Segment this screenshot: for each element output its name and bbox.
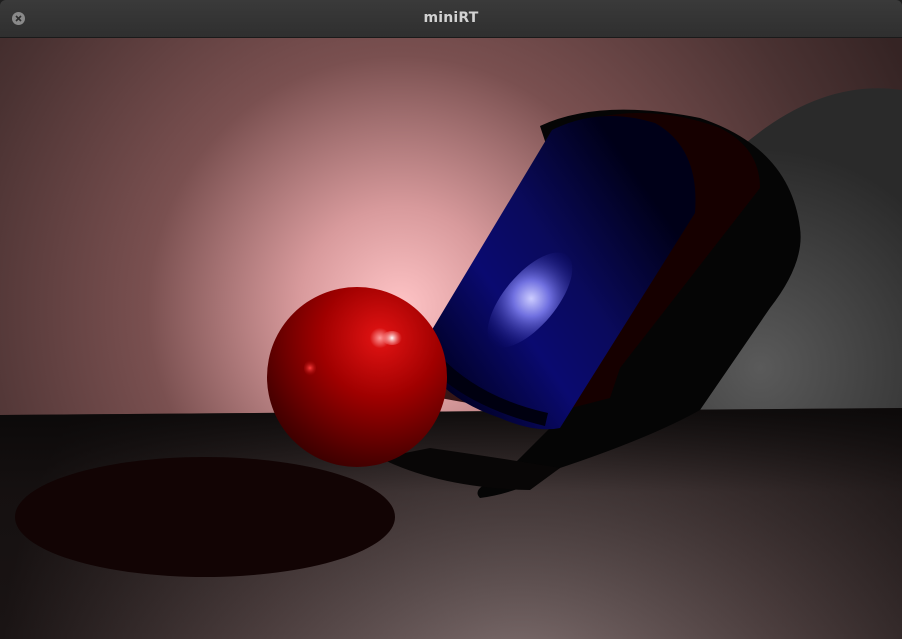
render-viewport — [0, 38, 902, 639]
title-bar[interactable]: miniRT — [0, 0, 902, 38]
red-sphere — [267, 287, 447, 467]
app-window: miniRT — [0, 0, 902, 639]
raytraced-scene — [0, 38, 902, 639]
window-title: miniRT — [423, 10, 479, 26]
sphere-floor-shadow — [15, 457, 395, 577]
